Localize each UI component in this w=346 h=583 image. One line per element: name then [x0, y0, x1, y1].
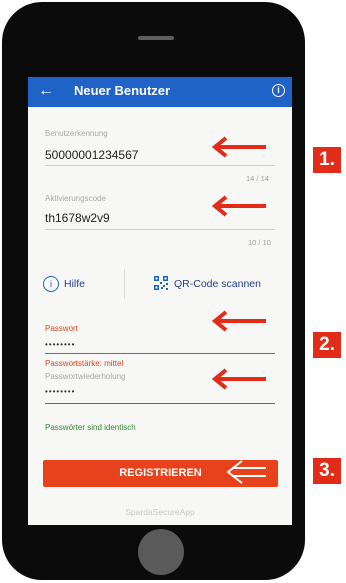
action-separator — [124, 269, 125, 299]
annotation-arrow-2-icon — [211, 195, 266, 217]
help-link[interactable]: Hilfe — [64, 278, 85, 290]
password-label: Passwort — [45, 324, 78, 333]
phone-frame: ← Neuer Benutzer i Benutzerkennung 50000… — [2, 2, 305, 580]
back-arrow-icon[interactable]: ← — [38, 80, 54, 102]
password-repeat-underline — [45, 403, 275, 404]
qr-code-icon[interactable] — [154, 276, 168, 290]
activation-code-input[interactable]: th1678w2v9 — [45, 211, 110, 225]
info-icon[interactable]: i — [272, 84, 285, 97]
step-badge-2: 2. — [313, 332, 341, 358]
annotation-arrow-1-icon — [211, 136, 266, 158]
user-id-label: Benutzerkennung — [45, 129, 108, 138]
password-underline — [45, 353, 275, 354]
page-title: Neuer Benutzer — [74, 83, 171, 98]
password-strength-text: Passwortstärke: mittel — [45, 359, 124, 368]
annotation-arrow-4-icon — [211, 368, 266, 390]
password-input[interactable]: •••••••• — [45, 340, 75, 349]
home-button[interactable] — [138, 529, 184, 575]
step-badge-3: 3. — [313, 458, 341, 484]
annotation-arrow-3-icon — [211, 310, 266, 332]
user-id-underline — [45, 165, 275, 166]
help-icon[interactable]: i — [43, 276, 59, 292]
app-footer: SpardaSecureApp — [125, 507, 195, 517]
password-repeat-label: Passwortwiederholung — [45, 372, 126, 381]
password-match-text: Passwörter sind identisch — [45, 423, 136, 432]
activation-code-counter: 10 / 10 — [248, 238, 271, 247]
user-id-counter: 14 / 14 — [246, 174, 269, 183]
user-id-input[interactable]: 50000001234567 — [45, 148, 138, 162]
activation-code-underline — [45, 229, 275, 230]
app-bar: ← Neuer Benutzer i — [28, 77, 292, 107]
annotation-arrow-register-icon — [226, 460, 266, 484]
step-badge-1: 1. — [313, 147, 341, 173]
activation-code-label: Aktivierungscode — [45, 194, 106, 203]
phone-speaker — [138, 36, 174, 40]
qr-scan-link[interactable]: QR-Code scannen — [174, 278, 261, 290]
password-repeat-input[interactable]: •••••••• — [45, 387, 75, 396]
